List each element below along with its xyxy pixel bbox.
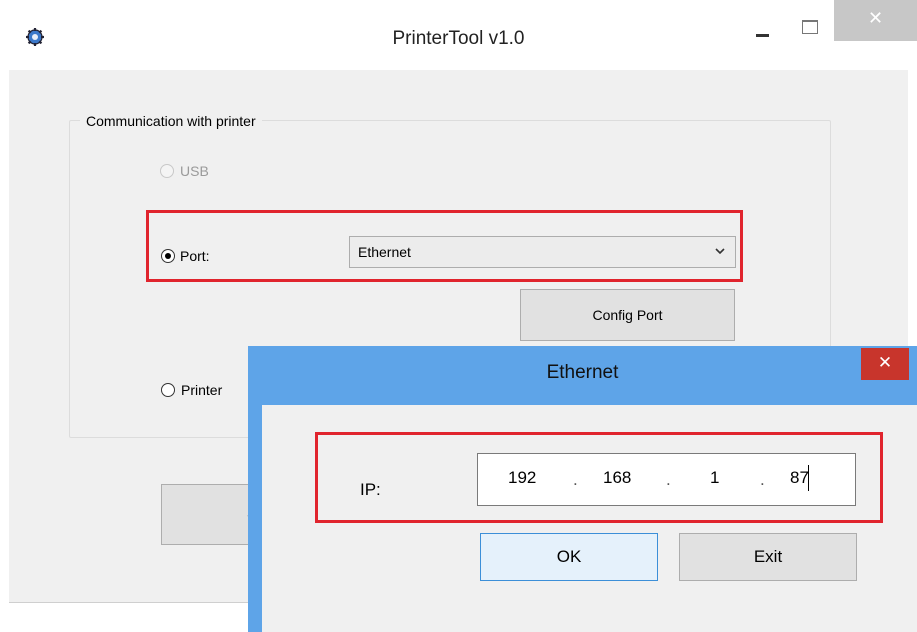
usb-label: USB — [180, 163, 209, 179]
port-select-value: Ethernet — [358, 244, 411, 260]
exit-button[interactable]: Exit — [679, 533, 857, 581]
ip-separator: . — [760, 470, 765, 489]
close-button[interactable]: ✕ — [834, 0, 917, 41]
port-select[interactable]: Ethernet — [349, 236, 736, 268]
ip-address-field[interactable]: 192 . 168 . 1 . 87 — [477, 453, 856, 506]
printer-label: Printer — [181, 382, 223, 398]
minimize-button[interactable] — [742, 14, 782, 54]
dialog-title: Ethernet — [546, 362, 619, 383]
ip-separator: . — [666, 470, 671, 489]
usb-radio[interactable] — [160, 164, 174, 178]
ip-octet-4[interactable]: 87 — [790, 468, 809, 488]
ok-button[interactable]: OK — [480, 533, 658, 581]
maximize-button[interactable] — [796, 14, 826, 44]
ip-octet-3[interactable]: 1 — [710, 468, 719, 488]
chevron-down-icon — [715, 248, 725, 255]
ip-label: IP: — [360, 480, 381, 499]
config-port-button[interactable]: Config Port — [520, 289, 735, 341]
text-caret — [808, 465, 809, 491]
close-icon: ✕ — [867, 8, 884, 28]
ip-octet-2[interactable]: 168 — [603, 468, 631, 488]
groupbox-title: Communication with printer — [80, 113, 262, 129]
ip-separator: . — [573, 470, 578, 489]
close-icon: ✕ — [877, 353, 893, 372]
dialog-close-button[interactable]: ✕ — [861, 348, 909, 380]
partially-hidden-button[interactable]: S — [161, 484, 261, 545]
printer-radio[interactable] — [161, 383, 175, 397]
port-radio[interactable] — [161, 249, 175, 263]
ip-octet-1[interactable]: 192 — [508, 468, 536, 488]
port-label: Port: — [180, 248, 210, 264]
